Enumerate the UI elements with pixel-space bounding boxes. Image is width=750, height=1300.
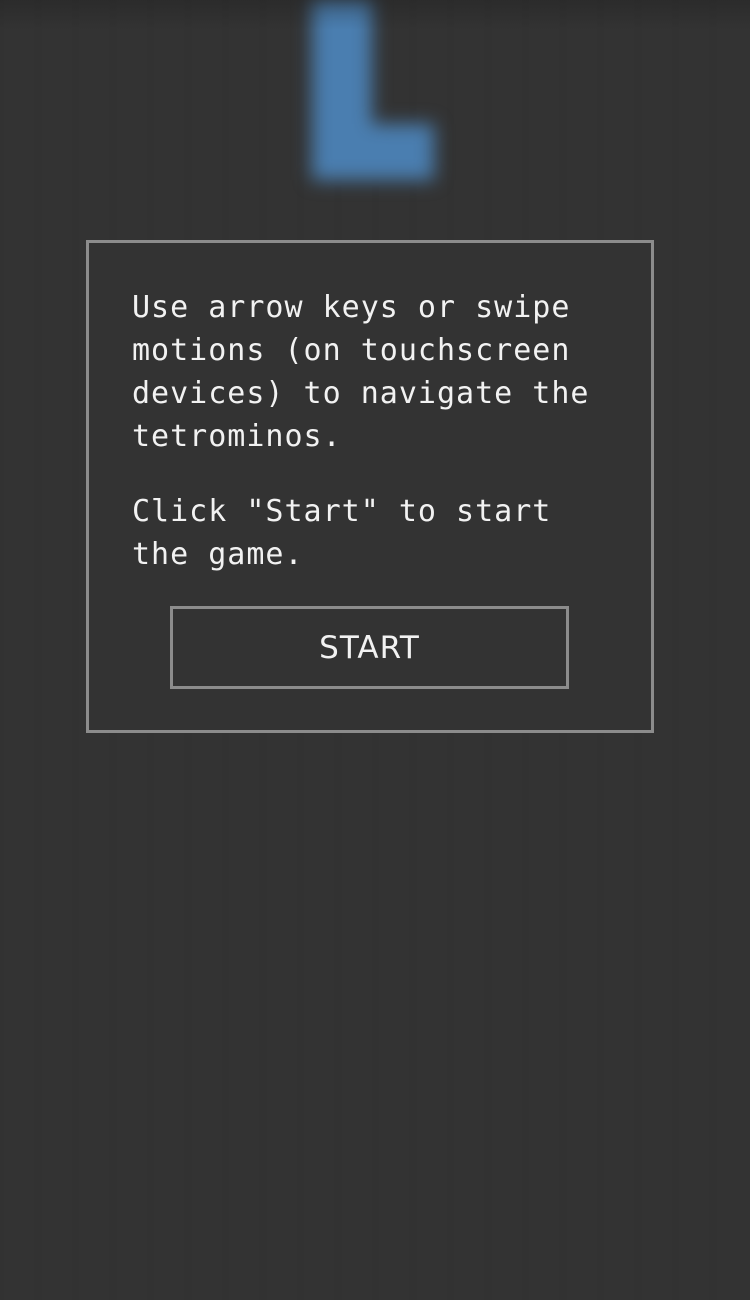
start-button[interactable]: START xyxy=(170,606,569,689)
falling-tetromino-l xyxy=(0,0,750,230)
start-dialog: Use arrow keys or swipe motions (on touc… xyxy=(86,240,654,733)
tetromino-block xyxy=(312,124,434,180)
start-hint-text: Click "Start" to start the game. xyxy=(132,494,571,572)
game-screen[interactable]: Use arrow keys or swipe motions (on touc… xyxy=(0,0,750,1300)
top-edge-shadow xyxy=(0,0,750,30)
instructions-text: Use arrow keys or swipe motions (on touc… xyxy=(132,290,609,454)
